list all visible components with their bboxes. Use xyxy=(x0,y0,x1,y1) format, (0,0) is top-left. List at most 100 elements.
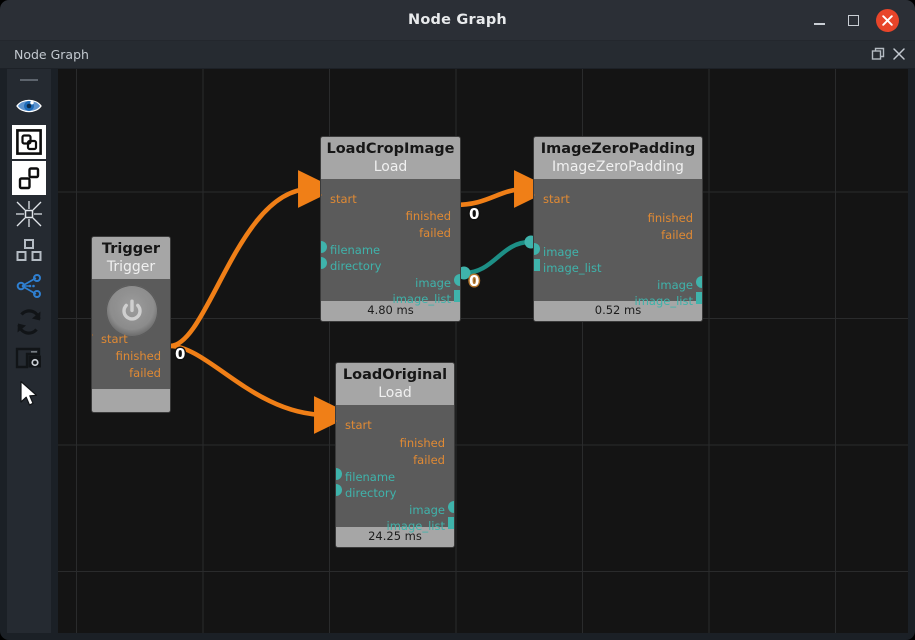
screenshot-button[interactable] xyxy=(12,341,46,375)
port-marker-start[interactable] xyxy=(336,414,337,428)
minimize-button[interactable] xyxy=(810,11,829,30)
port-loadcropimage-directory[interactable]: directory xyxy=(330,260,381,272)
port-imagezeropadding-image-list-out[interactable]: image_list xyxy=(635,295,693,307)
port-marker-start[interactable] xyxy=(321,188,322,202)
port-loadoriginal-start[interactable]: start xyxy=(345,419,372,431)
node-body: start finished failed xyxy=(92,279,170,389)
maximize-icon xyxy=(848,15,859,26)
port-marker-failed[interactable] xyxy=(170,362,171,376)
node-header[interactable]: LoadOriginal Load xyxy=(336,363,454,405)
graph-connections-button[interactable] xyxy=(12,269,46,303)
group-nodes-button[interactable] xyxy=(12,161,46,195)
panel-close-icon[interactable] xyxy=(890,45,908,63)
port-trigger-start[interactable]: start xyxy=(101,333,128,345)
close-icon xyxy=(882,15,893,26)
power-icon xyxy=(122,299,142,321)
port-loadcropimage-image-list[interactable]: image_list xyxy=(393,293,451,305)
maximize-button[interactable] xyxy=(844,11,863,30)
close-button[interactable] xyxy=(876,9,899,32)
port-marker-directory[interactable] xyxy=(336,484,342,496)
refresh-icon xyxy=(17,309,41,335)
node-subtitle: Load xyxy=(373,159,408,175)
node-subtitle: ImageZeroPadding xyxy=(552,159,684,175)
port-marker-image-list-out[interactable] xyxy=(696,292,702,304)
wire-loadcropimage-to-imagezeropadding-data xyxy=(463,239,531,276)
port-marker-failed[interactable] xyxy=(460,222,461,236)
collapse-arrows-icon xyxy=(16,201,42,227)
port-marker-start[interactable] xyxy=(534,188,535,202)
port-marker-image-in[interactable] xyxy=(534,243,540,255)
port-imagezeropadding-start[interactable]: start xyxy=(543,193,570,205)
port-marker-finished[interactable] xyxy=(460,205,461,219)
port-loadcropimage-finished[interactable]: finished xyxy=(406,210,451,222)
wire-trigger-to-loadoriginal xyxy=(169,343,353,434)
node-graph-window: Node Graph Node Graph Trigger Trigger st… xyxy=(0,0,915,640)
port-marker-start[interactable] xyxy=(92,328,93,342)
node-imagezeropadding[interactable]: ImageZeroPadding ImageZeroPadding start … xyxy=(533,136,703,322)
node-header[interactable]: Trigger Trigger xyxy=(92,237,170,279)
node-header[interactable]: ImageZeroPadding ImageZeroPadding xyxy=(534,137,702,179)
connection-badge-loadcropimage-data: 0 xyxy=(469,272,480,290)
trigger-power-button[interactable] xyxy=(106,285,158,337)
tab-node-graph[interactable]: Node Graph xyxy=(14,41,89,69)
port-marker-image-list-in[interactable] xyxy=(534,259,540,271)
node-loadoriginal[interactable]: LoadOriginal Load start finished failed … xyxy=(335,362,455,548)
port-marker-image-list[interactable] xyxy=(448,517,454,529)
port-marker-directory[interactable] xyxy=(321,257,327,269)
port-loadcropimage-image[interactable]: image xyxy=(415,277,451,289)
visibility-toggle-button[interactable] xyxy=(12,89,46,123)
node-title: LoadOriginal xyxy=(342,367,448,383)
port-imagezeropadding-image-in[interactable]: image xyxy=(543,246,579,258)
port-marker-finished[interactable] xyxy=(170,345,171,359)
node-title: ImageZeroPadding xyxy=(540,141,696,157)
cursor-icon xyxy=(20,380,38,406)
frame-nodes-button[interactable] xyxy=(12,125,46,159)
node-footer xyxy=(92,389,170,412)
refresh-graph-button[interactable] xyxy=(12,305,46,339)
port-marker-failed[interactable] xyxy=(454,449,455,463)
hierarchy-icon xyxy=(16,239,42,261)
port-loadoriginal-finished[interactable]: finished xyxy=(400,437,445,449)
port-marker-finished[interactable] xyxy=(454,432,455,446)
node-title: LoadCropImage xyxy=(326,141,455,157)
drag-handle[interactable] xyxy=(20,79,38,81)
wire-loadcropimage-to-imagezeropadding-exec xyxy=(453,170,553,208)
port-loadcropimage-failed[interactable]: failed xyxy=(419,227,451,239)
select-tool-button[interactable] xyxy=(12,377,46,411)
node-header[interactable]: LoadCropImage Load xyxy=(321,137,460,179)
port-marker-finished[interactable] xyxy=(702,207,703,221)
port-marker-image[interactable] xyxy=(454,274,460,286)
port-marker-failed[interactable] xyxy=(702,224,703,238)
port-loadoriginal-failed[interactable]: failed xyxy=(413,454,445,466)
node-hierarchy-button[interactable] xyxy=(12,233,46,267)
port-marker-filename[interactable] xyxy=(321,241,327,253)
port-loadcropimage-start[interactable]: start xyxy=(330,193,357,205)
port-imagezeropadding-image-list-in[interactable]: image_list xyxy=(543,262,601,274)
port-imagezeropadding-finished[interactable]: finished xyxy=(648,212,693,224)
port-marker-filename[interactable] xyxy=(336,468,342,480)
node-loadcropimage[interactable]: LoadCropImage Load start finished failed… xyxy=(320,136,461,322)
share-nodes-icon xyxy=(16,274,41,298)
camera-icon xyxy=(15,347,41,369)
port-marker-image-list[interactable] xyxy=(454,290,460,302)
port-loadoriginal-image[interactable]: image xyxy=(409,504,445,516)
port-trigger-failed[interactable]: failed xyxy=(129,367,161,379)
graph-canvas[interactable]: Trigger Trigger start finished failed Lo… xyxy=(58,69,908,633)
tool-sidebar xyxy=(7,69,51,633)
undock-icon[interactable] xyxy=(869,45,887,63)
fit-to-view-button[interactable] xyxy=(12,197,46,231)
port-loadcropimage-filename[interactable]: filename xyxy=(330,244,380,256)
port-marker-image[interactable] xyxy=(448,501,454,513)
node-title: Trigger xyxy=(101,241,161,257)
window-title: Node Graph xyxy=(408,12,507,28)
port-trigger-finished[interactable]: finished xyxy=(116,350,161,362)
node-body: start finished failed filename directory… xyxy=(321,179,461,305)
node-trigger[interactable]: Trigger Trigger start finished failed xyxy=(91,236,171,413)
port-loadoriginal-directory[interactable]: directory xyxy=(345,487,396,499)
port-imagezeropadding-image-out[interactable]: image xyxy=(657,279,693,291)
port-imagezeropadding-failed[interactable]: failed xyxy=(661,229,693,241)
port-marker-image-out[interactable] xyxy=(696,276,702,288)
port-loadoriginal-filename[interactable]: filename xyxy=(345,471,395,483)
node-body: start finished failed image image_list i… xyxy=(534,179,703,307)
port-loadoriginal-image-list[interactable]: image_list xyxy=(387,520,445,532)
